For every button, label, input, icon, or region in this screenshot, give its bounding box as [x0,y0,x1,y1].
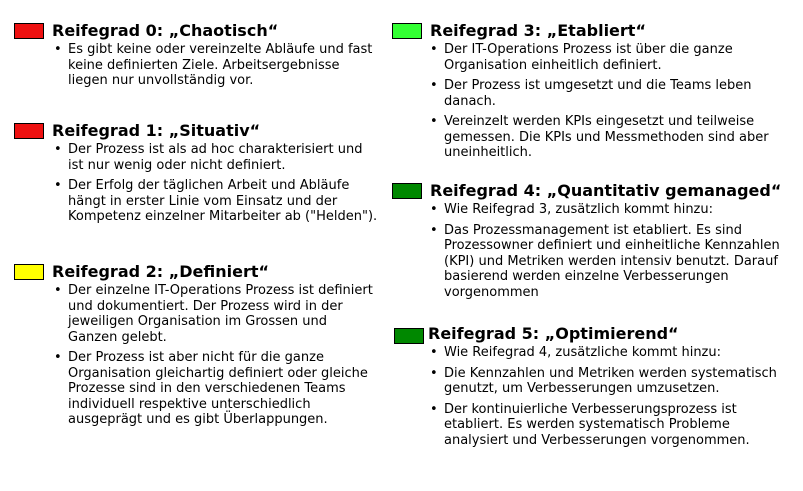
level-2-color-swatch [14,264,44,280]
list-item: • Das Prozessmanagement ist etabliert. Es… [430,222,780,300]
bullet-icon: • [430,222,438,238]
bullet-icon: • [430,42,438,57]
bullet-icon: • [430,114,438,129]
list-item: • Der kontinuierliche Verbesserungsprozes… [430,401,750,448]
list-item: • Es gibt keine oder vereinzelte Abläufe … [54,42,373,88]
bullet-icon: • [54,350,62,365]
level-0-color-swatch [14,23,44,39]
level-4-color-swatch [392,183,422,199]
level-3-bullets: • Der IT-Operations Prozess ist über die … [430,42,792,161]
list-item: • Der Prozess ist als ad hoc charakterisi… [54,142,363,173]
level-1-title: Reifegrad 1: „Situativ“ [52,121,261,140]
level-2-header: Reifegrad 2: „Definiert“ [14,261,384,283]
bullet-icon: • [430,365,438,381]
level-3-color-swatch [392,23,422,39]
level-1-header: Reifegrad 1: „Situativ“ [14,120,384,142]
level-0-title: Reifegrad 0: „Chaotisch“ [52,21,279,40]
bullet-icon: • [430,202,438,217]
level-1: Reifegrad 1: „Situativ“ • Der Prozess ist… [14,120,384,230]
list-item: • Wie Reifegrad 3, zusätzlich kommt hinzu… [430,202,714,217]
list-item: • Wie Reifegrad 4, zusätzliche kommt hinz… [430,345,721,360]
level-0-header: Reifegrad 0: „Chaotisch“ [14,20,384,42]
bullet-icon: • [430,78,438,93]
level-4: Reifegrad 4: „Quantitativ gemanaged“ • Wi… [392,180,797,305]
level-4-bullets: • Wie Reifegrad 3, zusätzlich kommt hinzu… [430,202,792,300]
bullet-icon: • [54,283,62,298]
level-0-bullets: • Es gibt keine oder vereinzelte Abläufe … [54,42,378,89]
level-0: Reifegrad 0: „Chaotisch“ • Es gibt keine … [14,20,384,94]
list-item: • Vereinzelt werden KPIs eingesetzt und t… [430,114,769,160]
level-5-color-swatch [394,328,424,344]
level-2: Reifegrad 2: „Definiert“ • Der einzelne I… [14,261,384,433]
bullet-icon: • [430,401,438,417]
level-4-header: Reifegrad 4: „Quantitativ gemanaged“ [392,180,797,202]
level-5: Reifegrad 5: „Optimierend“ • Wie Reifegra… [394,323,797,453]
level-3-title: Reifegrad 3: „Etabliert“ [430,21,646,40]
level-4-title: Reifegrad 4: „Quantitativ gemanaged“ [430,181,782,200]
level-2-bullets: • Der einzelne IT-Operations Prozess ist … [54,283,378,428]
list-item: • Die Kennzahlen und Metriken werden syst… [430,365,777,397]
list-item: • Der IT-Operations Prozess ist über die … [430,42,733,73]
list-item: • Der Prozess ist aber nicht für die ganz… [54,350,368,427]
level-1-bullets: • Der Prozess ist als ad hoc charakterisi… [54,142,378,225]
level-3: Reifegrad 3: „Etabliert“ • Der IT-Operati… [392,20,797,166]
level-1-color-swatch [14,123,44,139]
list-item: • Der Erfolg der täglichen Arbeit und Abl… [54,178,378,224]
list-item: • Der einzelne IT-Operations Prozess ist … [54,283,373,345]
bullet-icon: • [54,178,62,193]
bullet-icon: • [54,142,62,157]
level-3-header: Reifegrad 3: „Etabliert“ [392,20,797,42]
list-item: • Der Prozess ist umgesetzt und die Teams… [430,78,752,109]
level-5-title: Reifegrad 5: „Optimierend“ [428,324,679,343]
bullet-icon: • [54,42,62,57]
level-2-title: Reifegrad 2: „Definiert“ [52,262,270,281]
level-5-header: Reifegrad 5: „Optimierend“ [394,323,797,345]
bullet-icon: • [430,345,438,360]
level-5-bullets: • Wie Reifegrad 4, zusätzliche kommt hinz… [430,345,792,448]
